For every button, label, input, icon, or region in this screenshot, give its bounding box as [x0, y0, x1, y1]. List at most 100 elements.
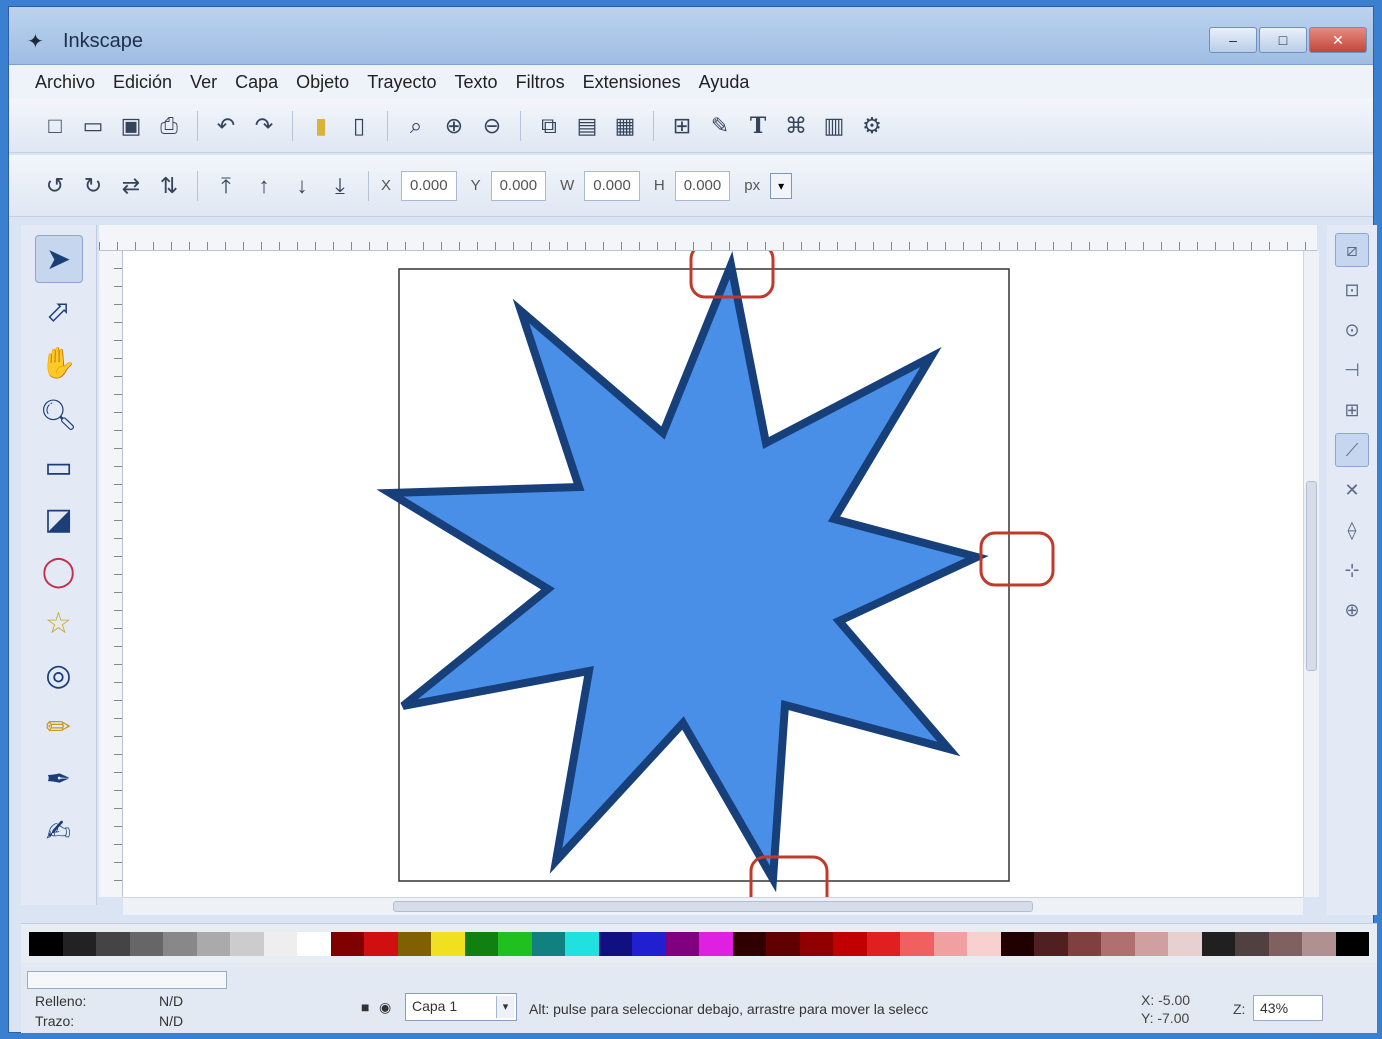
fill-value[interactable]: N/D: [159, 993, 183, 1009]
menu-trayecto[interactable]: Trayecto: [367, 72, 436, 93]
flip-h-icon[interactable]: ⇄: [115, 170, 147, 202]
open-icon[interactable]: ▭: [77, 110, 109, 142]
palette-swatch[interactable]: [1201, 931, 1235, 956]
menu-edicion[interactable]: Edición: [113, 72, 172, 93]
palette-swatch[interactable]: [598, 931, 632, 956]
unit-dropdown[interactable]: ▾: [770, 172, 793, 199]
snap-nodes-icon[interactable]: ⊙: [1335, 313, 1369, 347]
menu-archivo[interactable]: Archivo: [35, 72, 95, 93]
print-icon[interactable]: ⎙: [153, 110, 185, 142]
clone-icon[interactable]: ▤: [571, 110, 603, 142]
palette-swatch[interactable]: [766, 931, 800, 956]
duplicate-icon[interactable]: ⧉: [533, 110, 565, 142]
palette-swatch[interactable]: [1168, 931, 1202, 956]
palette-swatch[interactable]: [866, 931, 900, 956]
zoom-drawing-icon[interactable]: ⊕: [438, 110, 470, 142]
snap-center-icon[interactable]: ⊕: [1335, 593, 1369, 627]
redo-icon[interactable]: ↷: [248, 110, 280, 142]
palette-swatch[interactable]: [1235, 931, 1269, 956]
preferences-icon[interactable]: ⚙: [856, 110, 888, 142]
palette-swatch[interactable]: [364, 931, 398, 956]
rotate-ccw-icon[interactable]: ↺: [39, 170, 71, 202]
snap-path-icon[interactable]: ⟋: [1335, 433, 1369, 467]
zoom-selection-icon[interactable]: ⌕: [400, 110, 432, 142]
palette-swatch[interactable]: [297, 931, 331, 956]
palette-swatch[interactable]: [96, 931, 130, 956]
palette-swatch[interactable]: [196, 931, 230, 956]
layer-lock-icon[interactable]: ■: [361, 999, 369, 1015]
pen-tool-icon[interactable]: ✒: [35, 755, 83, 803]
minimize-button[interactable]: –: [1209, 27, 1257, 53]
menu-texto[interactable]: Texto: [455, 72, 498, 93]
star-tool-icon[interactable]: ☆: [35, 599, 83, 647]
drawing-canvas[interactable]: [123, 251, 1303, 897]
vertical-scrollbar[interactable]: [1303, 251, 1319, 897]
palette-swatch[interactable]: [1034, 931, 1068, 956]
spiral-tool-icon[interactable]: ◎: [35, 651, 83, 699]
snap-grid-icon[interactable]: ⊞: [1335, 393, 1369, 427]
zoom-tool-icon[interactable]: 🔍︎: [35, 391, 83, 439]
zoom-page-icon[interactable]: ⊖: [476, 110, 508, 142]
menu-ver[interactable]: Ver: [190, 72, 217, 93]
palette-swatch[interactable]: [330, 931, 364, 956]
selector-tool-icon[interactable]: ➤: [34, 235, 83, 283]
palette-swatch[interactable]: [498, 931, 532, 956]
palette-swatch[interactable]: [632, 931, 666, 956]
snap-guide-icon[interactable]: ⊣: [1335, 353, 1369, 387]
palette-swatch[interactable]: [129, 931, 163, 956]
menu-filtros[interactable]: Filtros: [516, 72, 565, 93]
palette-swatch[interactable]: [699, 931, 733, 956]
raise-top-icon[interactable]: ⤒: [210, 170, 242, 202]
raise-icon[interactable]: ↑: [248, 170, 280, 202]
palette-swatch[interactable]: [62, 931, 96, 956]
menu-objeto[interactable]: Objeto: [296, 72, 349, 93]
snap-toggle-icon[interactable]: ⧄: [1335, 233, 1369, 267]
fill-stroke-icon[interactable]: ✎: [704, 110, 736, 142]
palette-swatch[interactable]: [464, 931, 498, 956]
palette-swatch[interactable]: [1067, 931, 1101, 956]
palette-swatch[interactable]: [933, 931, 967, 956]
ungroup-icon[interactable]: ⊞: [666, 110, 698, 142]
zoom-field[interactable]: 43%: [1253, 995, 1323, 1021]
palette-swatch[interactable]: [799, 931, 833, 956]
horizontal-ruler[interactable]: [99, 225, 1317, 251]
menu-capa[interactable]: Capa: [235, 72, 278, 93]
new-icon[interactable]: □: [39, 110, 71, 142]
calligraphy-tool-icon[interactable]: ✍: [35, 807, 83, 855]
maximize-button[interactable]: □: [1259, 27, 1307, 53]
palette-swatch[interactable]: [1335, 931, 1369, 956]
y-field[interactable]: 0.000: [490, 170, 547, 201]
palette-swatch[interactable]: [900, 931, 934, 956]
save-icon[interactable]: ▣: [115, 110, 147, 142]
palette-swatch[interactable]: [665, 931, 699, 956]
layer-dropdown[interactable]: Capa 1 ▾: [405, 993, 517, 1021]
palette-swatch[interactable]: [967, 931, 1001, 956]
palette-swatch[interactable]: [1268, 931, 1302, 956]
snap-midpoint-icon[interactable]: ⊹: [1335, 553, 1369, 587]
rotate-cw-icon[interactable]: ↻: [77, 170, 109, 202]
star-shape[interactable]: [376, 251, 989, 893]
copy-icon[interactable]: ▮: [305, 110, 337, 142]
close-button[interactable]: ✕: [1309, 27, 1367, 53]
palette-swatch[interactable]: [732, 931, 766, 956]
vertical-ruler[interactable]: [99, 251, 123, 897]
pencil-tool-icon[interactable]: ✏: [35, 703, 83, 751]
snap-smooth-icon[interactable]: ⟠: [1335, 513, 1369, 547]
rectangle-tool-icon[interactable]: ▭: [35, 443, 83, 491]
menu-ayuda[interactable]: Ayuda: [699, 72, 750, 93]
xml-editor-icon[interactable]: ⌘: [780, 110, 812, 142]
text-font-icon[interactable]: T: [742, 110, 774, 142]
vertical-scroll-thumb[interactable]: [1306, 481, 1317, 671]
width-field[interactable]: 0.000: [584, 170, 640, 201]
palette-swatch[interactable]: [163, 931, 197, 956]
palette-swatch[interactable]: [29, 931, 63, 956]
palette-swatch[interactable]: [531, 931, 565, 956]
palette-swatch[interactable]: [1000, 931, 1034, 956]
align-icon[interactable]: ▥: [818, 110, 850, 142]
tweak-tool-icon[interactable]: ✋: [35, 339, 83, 387]
flip-v-icon[interactable]: ⇅: [153, 170, 185, 202]
group-icon[interactable]: ▦: [609, 110, 641, 142]
snap-intersection-icon[interactable]: ✕: [1335, 473, 1369, 507]
palette-swatch[interactable]: [230, 931, 264, 956]
horizontal-scroll-thumb[interactable]: [393, 901, 1033, 912]
